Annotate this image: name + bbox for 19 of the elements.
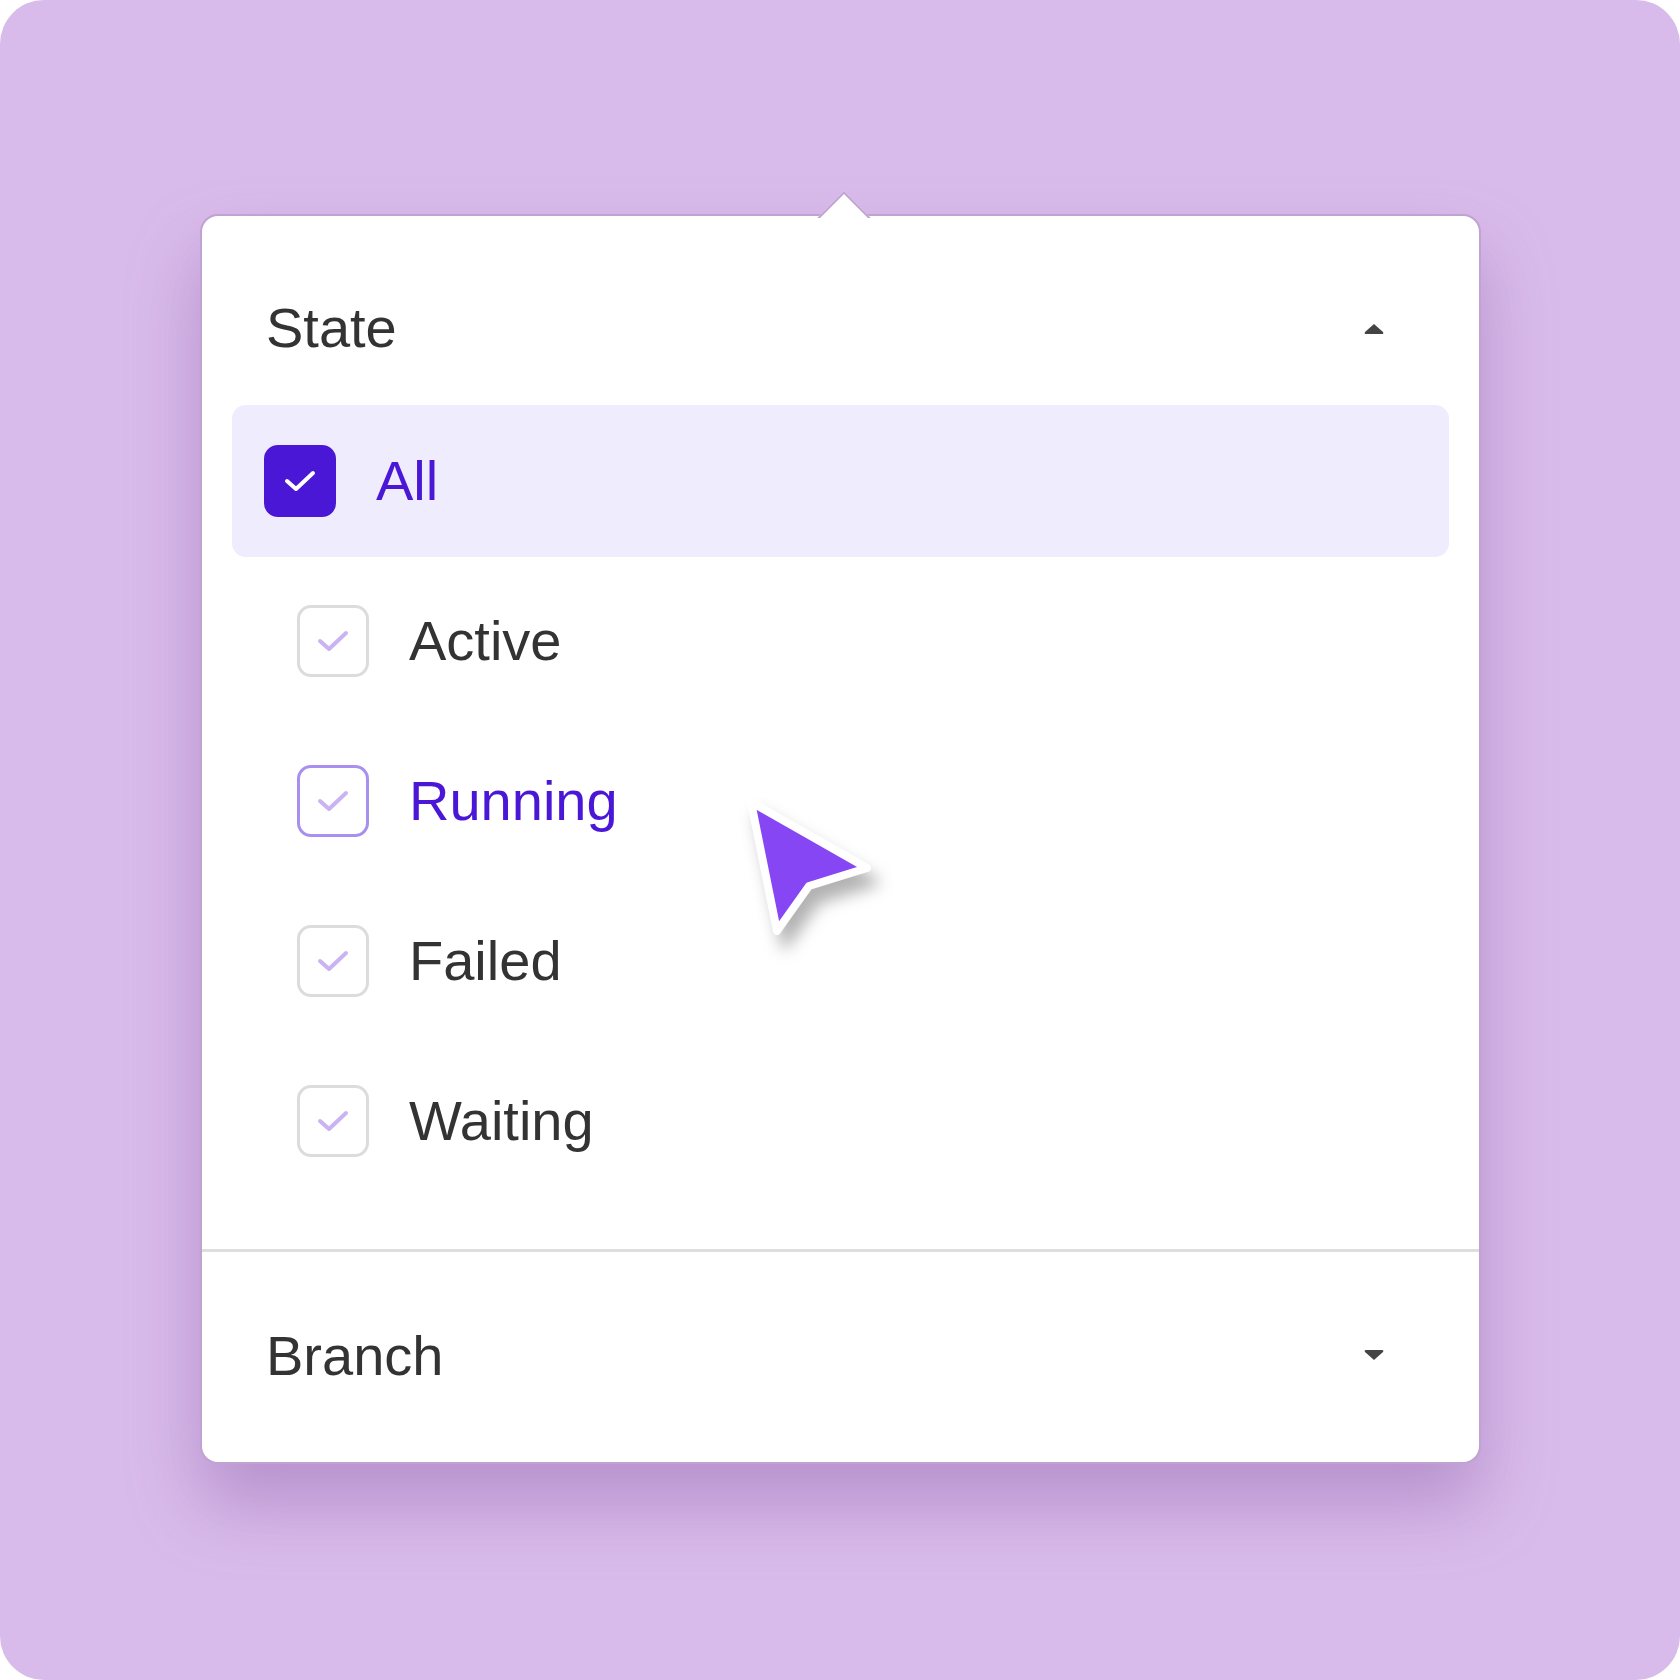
option-label: Running (409, 768, 618, 834)
check-icon (283, 468, 317, 494)
option-label: Active (409, 608, 562, 674)
section-title[interactable]: Branch (266, 1313, 444, 1398)
option-label: Waiting (409, 1088, 594, 1154)
option-label: All (376, 448, 439, 514)
option-label: Failed (409, 928, 562, 994)
option-row[interactable]: Running (232, 721, 1449, 881)
section-title[interactable]: State (266, 286, 397, 370)
option-row[interactable]: Active (232, 561, 1449, 721)
checkbox[interactable] (264, 445, 336, 517)
option-row[interactable]: Waiting (232, 1041, 1449, 1201)
check-icon (316, 948, 350, 974)
check-icon (316, 1108, 350, 1134)
checkbox[interactable] (297, 765, 369, 837)
check-icon (316, 788, 350, 814)
option-row[interactable]: Failed (232, 881, 1449, 1041)
option-row[interactable]: All (232, 405, 1449, 557)
check-icon (316, 628, 350, 654)
